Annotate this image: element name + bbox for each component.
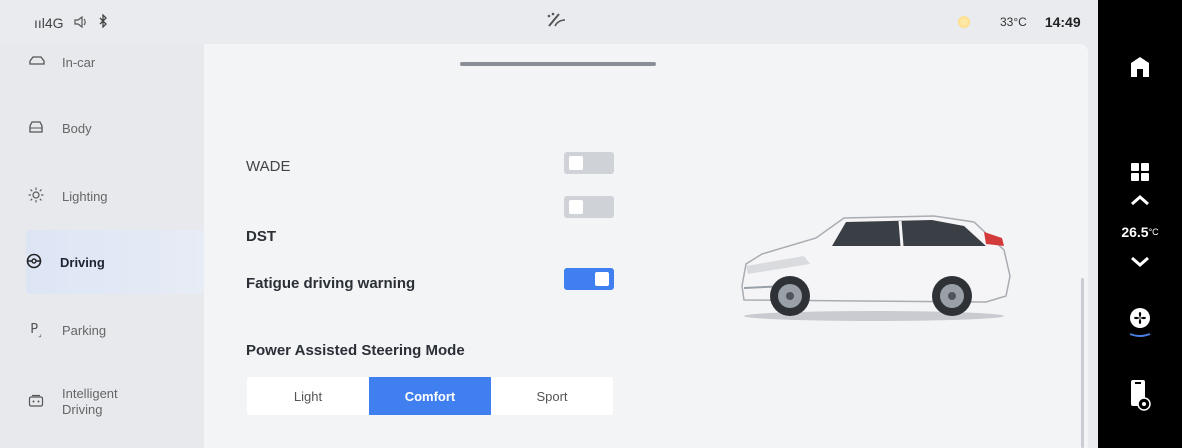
temp-up-button[interactable] — [1098, 192, 1182, 208]
sidebar-item-label: Body — [62, 120, 92, 136]
parking-icon: P⌟ — [30, 321, 42, 339]
steering-mode-label: Power Assisted Steering Mode — [246, 342, 465, 359]
steering-wheel-icon — [26, 253, 42, 272]
fatigue-label: Fatigue driving warning — [246, 275, 416, 292]
temp-down-button[interactable] — [1098, 254, 1182, 270]
toggle-knob — [569, 156, 583, 170]
sidebar-item-lighting[interactable]: Lighting — [28, 164, 204, 228]
car-outline-icon — [28, 54, 45, 70]
status-right: 33°C 14:49 — [958, 14, 1081, 30]
sidebar-item-body[interactable]: Body — [28, 96, 204, 160]
weather-sun-icon — [958, 16, 970, 28]
sidebar-item-label: Intelligent Driving — [62, 386, 118, 417]
apps-grid-icon[interactable] — [1098, 158, 1182, 186]
wade-toggle[interactable] — [564, 152, 614, 174]
sidebar-item-label: Driving — [60, 254, 105, 270]
steering-mode-selector: Light Comfort Sport — [247, 377, 613, 415]
dst-label: DST — [246, 228, 276, 245]
steering-option-comfort[interactable]: Comfort — [369, 377, 491, 415]
driving-settings-panel: WADE DST Fatigue driving warning Power A… — [204, 44, 1088, 448]
settings-sidebar: In-car Body Lighting Driving P⌟ Parking … — [0, 44, 204, 448]
clock: 14:49 — [1044, 14, 1081, 30]
home-icon[interactable] — [1098, 52, 1182, 82]
outside-temperature: 33°C — [1000, 15, 1027, 29]
dst-toggle[interactable] — [564, 196, 614, 218]
volume-icon — [73, 15, 88, 31]
fan-icon[interactable] — [1098, 306, 1182, 338]
status-left: ııl4G — [34, 13, 108, 31]
car-image — [724, 204, 1024, 324]
sidebar-item-label: Parking — [62, 322, 107, 338]
cabin-temperature: 26.5 °C — [1098, 222, 1182, 242]
sidebar-item-intelligent-driving[interactable]: Intelligent Driving — [28, 370, 204, 434]
sidebar-item-label: In-car — [62, 54, 96, 70]
sidebar-item-driving[interactable]: Driving — [26, 230, 204, 294]
cabin-temp-value: 26.5 — [1121, 224, 1149, 240]
signal-indicator: ııl4G — [34, 14, 64, 31]
sidebar-item-label: Lighting — [62, 188, 108, 204]
scrollbar[interactable] — [1081, 278, 1084, 448]
drag-handle[interactable] — [460, 62, 656, 66]
sidebar-item-parking[interactable]: P⌟ Parking — [28, 298, 204, 362]
wade-label: WADE — [246, 158, 291, 175]
system-dock: 26.5 °C — [1098, 0, 1182, 448]
sidebar-item-in-car[interactable]: In-car — [28, 30, 204, 94]
camera-icon — [28, 394, 44, 411]
car-body-icon — [28, 120, 44, 137]
steering-option-sport[interactable]: Sport — [491, 377, 613, 415]
steering-option-light[interactable]: Light — [247, 377, 369, 415]
light-icon — [28, 187, 44, 206]
wiper-icon — [545, 10, 567, 35]
phone-settings-icon[interactable] — [1098, 378, 1182, 412]
toggle-knob — [595, 272, 609, 286]
bluetooth-icon — [98, 13, 108, 31]
cabin-temp-unit: °C — [1148, 227, 1159, 237]
fatigue-toggle[interactable] — [564, 268, 614, 290]
toggle-knob — [569, 200, 583, 214]
